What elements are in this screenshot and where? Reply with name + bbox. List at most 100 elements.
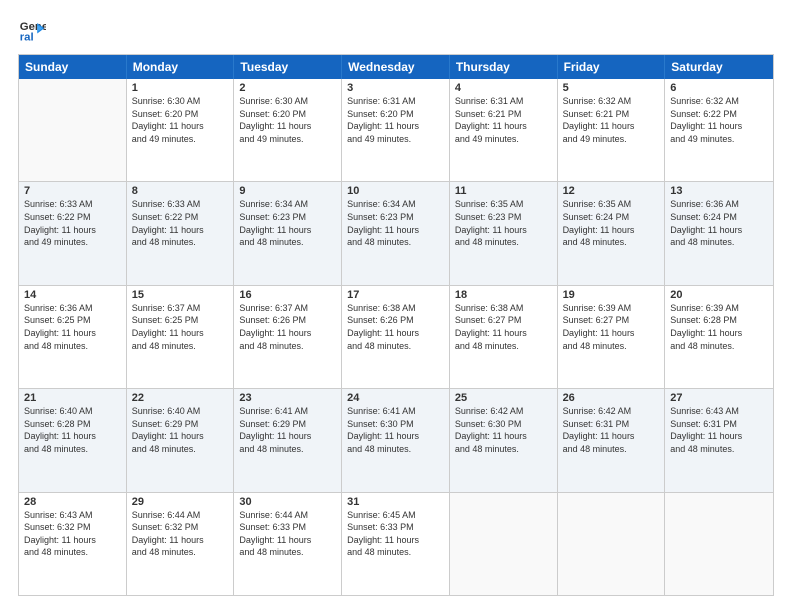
day-details: Sunrise: 6:35 AM Sunset: 6:24 PM Dayligh… <box>563 198 660 248</box>
day-details: Sunrise: 6:31 AM Sunset: 6:20 PM Dayligh… <box>347 95 444 145</box>
day-details: Sunrise: 6:40 AM Sunset: 6:28 PM Dayligh… <box>24 405 121 455</box>
day-number: 26 <box>563 392 660 404</box>
day-details: Sunrise: 6:33 AM Sunset: 6:22 PM Dayligh… <box>24 198 121 248</box>
day-details: Sunrise: 6:44 AM Sunset: 6:32 PM Dayligh… <box>132 509 229 559</box>
day-number: 20 <box>670 289 768 301</box>
day-details: Sunrise: 6:41 AM Sunset: 6:30 PM Dayligh… <box>347 405 444 455</box>
day-number: 3 <box>347 82 444 94</box>
calendar-cell: 26Sunrise: 6:42 AM Sunset: 6:31 PM Dayli… <box>558 389 666 491</box>
day-number: 5 <box>563 82 660 94</box>
day-details: Sunrise: 6:39 AM Sunset: 6:28 PM Dayligh… <box>670 302 768 352</box>
calendar-cell: 4Sunrise: 6:31 AM Sunset: 6:21 PM Daylig… <box>450 79 558 181</box>
day-number: 27 <box>670 392 768 404</box>
day-number: 15 <box>132 289 229 301</box>
logo-icon: Gene ral <box>18 16 46 44</box>
day-number: 8 <box>132 185 229 197</box>
day-number: 24 <box>347 392 444 404</box>
calendar-header-cell: Wednesday <box>342 55 450 79</box>
day-details: Sunrise: 6:40 AM Sunset: 6:29 PM Dayligh… <box>132 405 229 455</box>
calendar-cell: 21Sunrise: 6:40 AM Sunset: 6:28 PM Dayli… <box>19 389 127 491</box>
day-details: Sunrise: 6:36 AM Sunset: 6:25 PM Dayligh… <box>24 302 121 352</box>
day-details: Sunrise: 6:45 AM Sunset: 6:33 PM Dayligh… <box>347 509 444 559</box>
calendar-row: 1Sunrise: 6:30 AM Sunset: 6:20 PM Daylig… <box>19 79 773 182</box>
day-number: 12 <box>563 185 660 197</box>
calendar-cell: 28Sunrise: 6:43 AM Sunset: 6:32 PM Dayli… <box>19 493 127 595</box>
day-number: 19 <box>563 289 660 301</box>
day-number: 1 <box>132 82 229 94</box>
day-details: Sunrise: 6:33 AM Sunset: 6:22 PM Dayligh… <box>132 198 229 248</box>
calendar-cell: 14Sunrise: 6:36 AM Sunset: 6:25 PM Dayli… <box>19 286 127 388</box>
day-details: Sunrise: 6:37 AM Sunset: 6:26 PM Dayligh… <box>239 302 336 352</box>
day-details: Sunrise: 6:32 AM Sunset: 6:21 PM Dayligh… <box>563 95 660 145</box>
day-details: Sunrise: 6:42 AM Sunset: 6:31 PM Dayligh… <box>563 405 660 455</box>
day-details: Sunrise: 6:38 AM Sunset: 6:27 PM Dayligh… <box>455 302 552 352</box>
day-number: 13 <box>670 185 768 197</box>
calendar-cell: 31Sunrise: 6:45 AM Sunset: 6:33 PM Dayli… <box>342 493 450 595</box>
calendar-cell: 2Sunrise: 6:30 AM Sunset: 6:20 PM Daylig… <box>234 79 342 181</box>
calendar-cell: 12Sunrise: 6:35 AM Sunset: 6:24 PM Dayli… <box>558 182 666 284</box>
calendar-cell: 25Sunrise: 6:42 AM Sunset: 6:30 PM Dayli… <box>450 389 558 491</box>
day-details: Sunrise: 6:43 AM Sunset: 6:32 PM Dayligh… <box>24 509 121 559</box>
day-number: 16 <box>239 289 336 301</box>
logo: Gene ral <box>18 16 50 44</box>
day-details: Sunrise: 6:36 AM Sunset: 6:24 PM Dayligh… <box>670 198 768 248</box>
calendar-row: 7Sunrise: 6:33 AM Sunset: 6:22 PM Daylig… <box>19 182 773 285</box>
calendar-cell: 8Sunrise: 6:33 AM Sunset: 6:22 PM Daylig… <box>127 182 235 284</box>
day-number: 9 <box>239 185 336 197</box>
day-number: 7 <box>24 185 121 197</box>
day-number: 17 <box>347 289 444 301</box>
day-details: Sunrise: 6:30 AM Sunset: 6:20 PM Dayligh… <box>239 95 336 145</box>
calendar-cell: 23Sunrise: 6:41 AM Sunset: 6:29 PM Dayli… <box>234 389 342 491</box>
calendar-cell: 19Sunrise: 6:39 AM Sunset: 6:27 PM Dayli… <box>558 286 666 388</box>
day-number: 31 <box>347 496 444 508</box>
day-details: Sunrise: 6:35 AM Sunset: 6:23 PM Dayligh… <box>455 198 552 248</box>
calendar-cell: 9Sunrise: 6:34 AM Sunset: 6:23 PM Daylig… <box>234 182 342 284</box>
day-details: Sunrise: 6:38 AM Sunset: 6:26 PM Dayligh… <box>347 302 444 352</box>
day-details: Sunrise: 6:41 AM Sunset: 6:29 PM Dayligh… <box>239 405 336 455</box>
day-number: 21 <box>24 392 121 404</box>
calendar-cell: 7Sunrise: 6:33 AM Sunset: 6:22 PM Daylig… <box>19 182 127 284</box>
day-number: 23 <box>239 392 336 404</box>
calendar-row: 28Sunrise: 6:43 AM Sunset: 6:32 PM Dayli… <box>19 493 773 595</box>
calendar-row: 14Sunrise: 6:36 AM Sunset: 6:25 PM Dayli… <box>19 286 773 389</box>
day-number: 11 <box>455 185 552 197</box>
day-number: 4 <box>455 82 552 94</box>
calendar-cell: 18Sunrise: 6:38 AM Sunset: 6:27 PM Dayli… <box>450 286 558 388</box>
day-details: Sunrise: 6:42 AM Sunset: 6:30 PM Dayligh… <box>455 405 552 455</box>
header: Gene ral <box>18 16 774 44</box>
calendar-cell <box>665 493 773 595</box>
day-details: Sunrise: 6:44 AM Sunset: 6:33 PM Dayligh… <box>239 509 336 559</box>
calendar-cell: 27Sunrise: 6:43 AM Sunset: 6:31 PM Dayli… <box>665 389 773 491</box>
calendar-cell: 17Sunrise: 6:38 AM Sunset: 6:26 PM Dayli… <box>342 286 450 388</box>
day-number: 14 <box>24 289 121 301</box>
calendar-header: SundayMondayTuesdayWednesdayThursdayFrid… <box>19 55 773 79</box>
day-details: Sunrise: 6:34 AM Sunset: 6:23 PM Dayligh… <box>239 198 336 248</box>
day-details: Sunrise: 6:30 AM Sunset: 6:20 PM Dayligh… <box>132 95 229 145</box>
calendar-cell: 22Sunrise: 6:40 AM Sunset: 6:29 PM Dayli… <box>127 389 235 491</box>
calendar-header-cell: Tuesday <box>234 55 342 79</box>
day-number: 25 <box>455 392 552 404</box>
calendar-cell: 30Sunrise: 6:44 AM Sunset: 6:33 PM Dayli… <box>234 493 342 595</box>
calendar-cell <box>450 493 558 595</box>
day-details: Sunrise: 6:31 AM Sunset: 6:21 PM Dayligh… <box>455 95 552 145</box>
day-number: 30 <box>239 496 336 508</box>
day-number: 29 <box>132 496 229 508</box>
day-details: Sunrise: 6:43 AM Sunset: 6:31 PM Dayligh… <box>670 405 768 455</box>
day-number: 22 <box>132 392 229 404</box>
calendar-header-cell: Sunday <box>19 55 127 79</box>
calendar-cell: 6Sunrise: 6:32 AM Sunset: 6:22 PM Daylig… <box>665 79 773 181</box>
calendar-cell <box>19 79 127 181</box>
day-number: 10 <box>347 185 444 197</box>
calendar: SundayMondayTuesdayWednesdayThursdayFrid… <box>18 54 774 596</box>
calendar-cell: 11Sunrise: 6:35 AM Sunset: 6:23 PM Dayli… <box>450 182 558 284</box>
day-details: Sunrise: 6:32 AM Sunset: 6:22 PM Dayligh… <box>670 95 768 145</box>
calendar-cell: 10Sunrise: 6:34 AM Sunset: 6:23 PM Dayli… <box>342 182 450 284</box>
svg-text:ral: ral <box>20 32 34 44</box>
calendar-header-cell: Friday <box>558 55 666 79</box>
day-number: 6 <box>670 82 768 94</box>
calendar-cell: 20Sunrise: 6:39 AM Sunset: 6:28 PM Dayli… <box>665 286 773 388</box>
day-number: 18 <box>455 289 552 301</box>
calendar-cell <box>558 493 666 595</box>
calendar-cell: 1Sunrise: 6:30 AM Sunset: 6:20 PM Daylig… <box>127 79 235 181</box>
calendar-body: 1Sunrise: 6:30 AM Sunset: 6:20 PM Daylig… <box>19 79 773 595</box>
